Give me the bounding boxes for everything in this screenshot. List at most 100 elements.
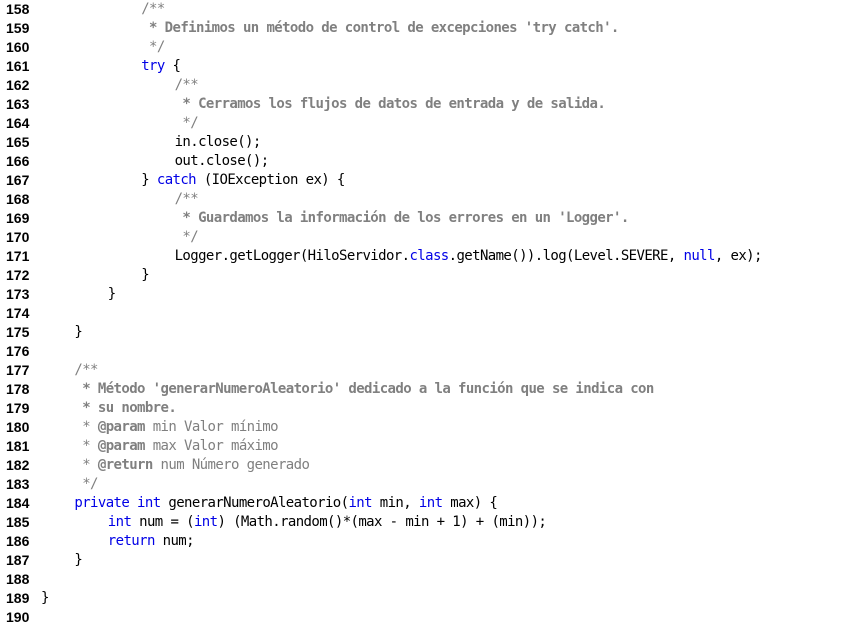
code-text: }: [74, 551, 82, 570]
code-token: (IOException ex) {: [196, 172, 346, 188]
code-line[interactable]: 160 */: [0, 38, 858, 57]
code-text: }: [108, 285, 116, 304]
comment-token: * Cerramos los flujos de datos de entrad…: [174, 96, 606, 112]
line-number: 174: [6, 305, 30, 321]
code-text: */: [141, 38, 165, 57]
line-number: 183: [6, 476, 30, 492]
code-line[interactable]: 176: [0, 342, 858, 361]
code-text: }: [74, 323, 82, 342]
code-text: out.close();: [174, 152, 270, 171]
code-line[interactable]: 170 */: [0, 228, 858, 247]
code-line[interactable]: 190: [0, 608, 858, 627]
code-text: * Cerramos los flujos de datos de entrad…: [174, 95, 606, 114]
line-number: 190: [6, 609, 30, 625]
code-line[interactable]: 174: [0, 304, 858, 323]
keyword-token: int: [418, 495, 443, 511]
code-token: }: [141, 172, 157, 188]
comment-token: /**: [141, 1, 165, 17]
code-line[interactable]: 172}: [0, 266, 858, 285]
code-line[interactable]: 166 out.close();: [0, 152, 858, 171]
code-line[interactable]: 169 * Guardamos la información de los er…: [0, 209, 858, 228]
comment-token: num Número generado: [152, 457, 310, 473]
code-line[interactable]: 180 * @param min Valor mínimo: [0, 418, 858, 437]
comment-token: max Valor máximo: [144, 438, 279, 454]
code-text: int num = (int) (Math.random()*(max - mi…: [108, 513, 547, 532]
code-line[interactable]: 187}: [0, 551, 858, 570]
comment-token: @return: [97, 457, 153, 473]
code-text: private int generarNumeroAleatorio(int m…: [74, 494, 497, 513]
code-line[interactable]: 159 * Definimos un método de control de …: [0, 19, 858, 38]
code-line[interactable]: 182 * @return num Número generado: [0, 456, 858, 475]
line-number: 159: [6, 20, 30, 36]
line-number: 178: [6, 381, 30, 397]
line-number: 172: [6, 267, 30, 283]
code-token: in.close();: [174, 134, 262, 150]
code-line[interactable]: 181 * @param max Valor máximo: [0, 437, 858, 456]
line-number: 188: [6, 571, 30, 587]
line-number: 184: [6, 495, 30, 511]
code-line[interactable]: 184 private int generarNumeroAleatorio(in…: [0, 494, 858, 513]
line-number: 158: [6, 1, 30, 17]
code-text: /**: [74, 361, 98, 380]
line-number: 186: [6, 533, 30, 549]
line-number: 162: [6, 77, 30, 93]
code-line[interactable]: 171 Logger.getLogger(HiloServidor.class.g…: [0, 247, 858, 266]
code-line[interactable]: 158 /**: [0, 0, 858, 19]
code-line[interactable]: 179 * su nombre.: [0, 399, 858, 418]
code-text: * Guardamos la información de los errore…: [175, 209, 629, 228]
code-line[interactable]: 175}: [0, 323, 858, 342]
code-text: try {: [141, 57, 181, 76]
comment-token: * Método 'generarNumeroAleatorio' dedica…: [74, 381, 654, 397]
line-number: 164: [6, 115, 30, 131]
keyword-token: class: [409, 248, 449, 264]
line-number: 173: [6, 286, 30, 302]
code-line[interactable]: 161 try {: [0, 57, 858, 76]
code-line[interactable]: 164 */: [0, 114, 858, 133]
comment-token: * su nombre.: [74, 400, 177, 416]
code-line[interactable]: 167 } catch (IOException ex) {: [0, 171, 858, 190]
code-line[interactable]: 163 * Cerramos los flujos de datos de en…: [0, 95, 858, 114]
code-line[interactable]: 186 return num;: [0, 532, 858, 551]
code-line[interactable]: 188: [0, 570, 858, 589]
comment-token: /**: [74, 362, 98, 378]
code-token: .getName()).log(Level.SEVERE,: [448, 248, 684, 264]
code-line[interactable]: 168 /**: [0, 190, 858, 209]
comment-token: min Valor mínimo: [144, 419, 279, 435]
code-line[interactable]: 162 /**: [0, 76, 858, 95]
code-text: */: [175, 114, 198, 133]
code-text: * Definimos un método de control de exce…: [141, 19, 619, 38]
line-number: 175: [6, 324, 30, 340]
code-line[interactable]: 165 in.close();: [0, 133, 858, 152]
comment-token: *: [74, 438, 98, 454]
line-number: 167: [6, 172, 30, 188]
code-token: out.close();: [174, 153, 270, 169]
comment-token: *: [74, 419, 98, 435]
code-line[interactable]: 177 /**: [0, 361, 858, 380]
keyword-token: try: [141, 58, 165, 74]
code-line[interactable]: 185 int num = (int) (Math.random()*(max -…: [0, 513, 858, 532]
code-line[interactable]: 173}: [0, 285, 858, 304]
code-text: /**: [175, 190, 199, 209]
code-text: * Método 'generarNumeroAleatorio' dedica…: [74, 380, 654, 399]
code-token: num = (: [131, 514, 194, 530]
line-number: 187: [6, 552, 30, 568]
code-text: Logger.getLogger(HiloServidor.class.getN…: [175, 247, 763, 266]
code-line[interactable]: 178 * Método 'generarNumeroAleatorio' de…: [0, 380, 858, 399]
code-line[interactable]: 189}: [0, 589, 858, 608]
code-editor[interactable]: 158 /** 159 * Definimos un método de contr…: [0, 0, 858, 628]
code-line[interactable]: 183 */: [0, 475, 858, 494]
comment-token: * Definimos un método de control de exce…: [141, 20, 619, 36]
code-text: }: [141, 266, 149, 285]
code-text: }: [41, 589, 49, 608]
line-number: 170: [6, 229, 30, 245]
keyword-token: return: [107, 533, 156, 549]
line-number: 169: [6, 210, 30, 226]
code-token: num;: [154, 533, 195, 549]
code-text: } catch (IOException ex) {: [141, 171, 345, 190]
code-token: }: [74, 552, 83, 568]
line-number: 179: [6, 400, 30, 416]
code-token: }: [141, 267, 150, 283]
keyword-token: int: [137, 495, 161, 511]
code-text: /**: [175, 76, 199, 95]
